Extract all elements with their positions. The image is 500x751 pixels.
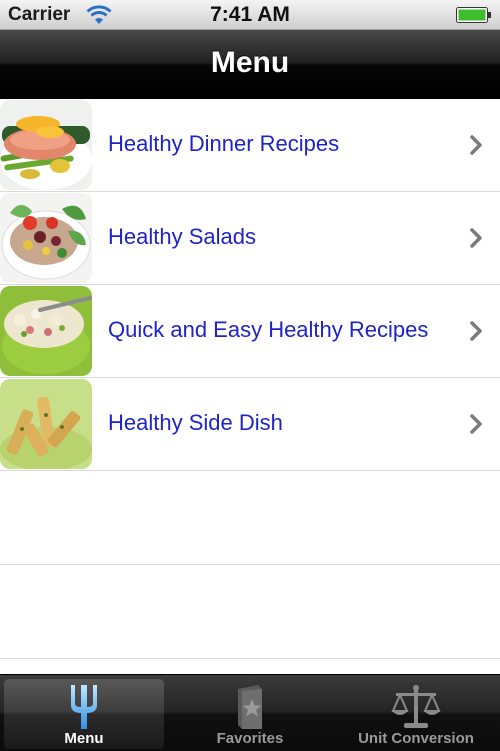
bread-sticks-thumbnail (0, 379, 92, 469)
list-item-quick-and-easy-healthy-recipes[interactable]: Quick and Easy Healthy Recipes (0, 285, 500, 378)
tab-favorites[interactable]: Favorites (170, 679, 330, 749)
list-item-healthy-salads[interactable]: Healthy Salads (0, 192, 500, 285)
tab-bar: Menu Favorites Unit Conversion (0, 674, 500, 751)
tab-label: Unit Conversion (358, 730, 474, 747)
chevron-right-icon (470, 135, 482, 155)
list-item-healthy-side-dish[interactable]: Healthy Side Dish (0, 378, 500, 471)
status-bar: Carrier 7:41 AM (0, 0, 500, 30)
salmon-dish-thumbnail (0, 100, 92, 190)
navigation-bar: Menu (0, 30, 500, 99)
tab-menu[interactable]: Menu (4, 679, 164, 749)
list-item-healthy-dinner-recipes[interactable]: Healthy Dinner Recipes (0, 99, 500, 192)
battery-icon (456, 7, 491, 23)
salad-dish-thumbnail (0, 193, 92, 283)
fork-icon (71, 685, 97, 729)
chevron-right-icon (470, 414, 482, 434)
empty-row (0, 471, 500, 565)
tab-label: Favorites (216, 730, 284, 747)
tab-unit-conversion[interactable]: Unit Conversion (336, 679, 496, 749)
potato-salad-bowl-thumbnail (0, 286, 92, 376)
page-title: Menu (210, 46, 290, 79)
list-item-label: Quick and Easy Healthy Recipes (108, 317, 429, 342)
tab-label: Menu (64, 730, 104, 747)
star-book-icon (238, 685, 262, 729)
chevron-right-icon (470, 321, 482, 341)
list-item-label: Healthy Dinner Recipes (108, 131, 340, 156)
empty-row (0, 565, 500, 659)
list-item-label: Healthy Side Dish (108, 410, 283, 435)
scale-icon (391, 685, 441, 728)
chevron-right-icon (470, 228, 482, 248)
list-item-label: Healthy Salads (108, 224, 256, 249)
menu-list: Healthy Dinner Recipes Healthy Salads Qu… (0, 99, 500, 659)
status-time: 7:41 AM (210, 3, 290, 26)
